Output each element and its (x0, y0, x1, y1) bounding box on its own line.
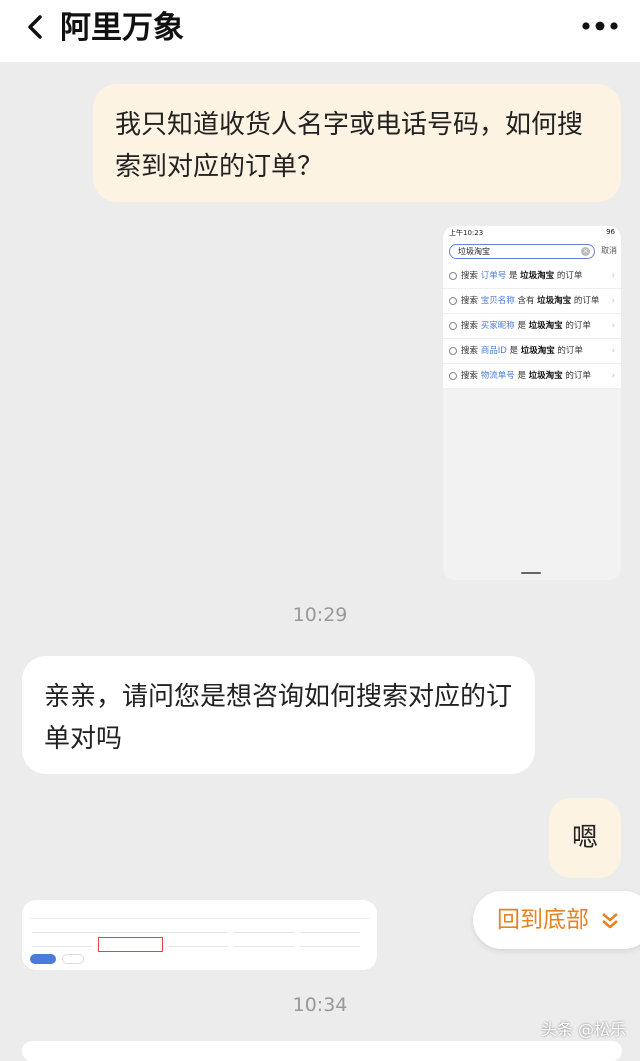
watermark: 头条 @松乐 (540, 1020, 626, 1039)
search-input: 垃圾淘宝 × (449, 244, 595, 259)
form-field (300, 938, 360, 947)
chevron-right-icon: › (611, 321, 615, 331)
search-icon (449, 347, 457, 355)
form-field (168, 938, 228, 947)
status-time: 上午10:23 (449, 229, 484, 237)
bot-message-bubble: 亲亲，请问您是想咨询如何搜索对应的订单对吗 (22, 656, 535, 774)
suggestion-row: 搜索 物流单号 是 垃圾淘宝 的订单 › (443, 364, 621, 389)
message-timestamp: 10:29 (292, 604, 348, 626)
search-icon (449, 372, 457, 380)
search-order-button (30, 954, 56, 964)
image-message-order-form-screenshot[interactable] (22, 900, 377, 970)
suggestion-row: 搜索 买家昵称 是 垃圾淘宝 的订单 › (443, 314, 621, 339)
form-field (234, 924, 294, 933)
user-message-bubble: 嗯 (549, 798, 621, 878)
chevron-right-icon: › (611, 371, 615, 381)
back-to-bottom-label: 回到底部 (497, 907, 589, 933)
divider (30, 918, 370, 919)
user-question-text: 我只知道收货人名字或电话号码，如何搜索到对应的订单？ (115, 110, 584, 182)
suggestion-row: 搜索 订单号 是 垃圾淘宝 的订单 › (443, 264, 621, 289)
app-header: 阿里万象 (0, 0, 640, 62)
search-icon (449, 297, 457, 305)
highlighted-field (98, 937, 163, 952)
battery-level: 96 (606, 228, 615, 236)
user-confirm-text: 嗯 (571, 823, 598, 853)
chevron-right-icon: › (611, 271, 615, 281)
form-field (32, 938, 92, 947)
form-field (32, 924, 102, 933)
cancel-button: 取消 (601, 246, 617, 255)
partial-message-bubble (22, 1041, 622, 1061)
status-bar: 上午10:23 96 (443, 226, 621, 240)
search-icon (449, 322, 457, 330)
form-field (100, 924, 170, 933)
search-query: 垃圾淘宝 (458, 247, 490, 256)
double-chevron-down-icon (602, 912, 619, 928)
clear-icon: × (581, 247, 590, 256)
form-field (300, 924, 360, 933)
bot-reply-text: 亲亲，请问您是想咨询如何搜索对应的订单对吗 (44, 682, 513, 754)
back-to-bottom-button[interactable]: 回到底部 (473, 891, 640, 949)
form-field (168, 924, 228, 933)
form-field (234, 938, 294, 947)
image-message-search-screenshot[interactable]: 上午10:23 96 垃圾淘宝 × 取消 搜索 订单号 是 垃圾淘宝 的订单 ›… (443, 226, 621, 580)
search-icon (449, 272, 457, 280)
chevron-left-icon[interactable] (22, 12, 50, 42)
suggestion-row: 搜索 商品ID 是 垃圾淘宝 的订单 › (443, 339, 621, 364)
search-bar: 垃圾淘宝 × 取消 (443, 240, 621, 264)
home-indicator (521, 572, 541, 574)
message-timestamp: 10:34 (292, 994, 348, 1016)
suggestion-row: 搜索 宝贝名称 含有 垃圾淘宝 的订单 › (443, 289, 621, 314)
chevron-right-icon: › (611, 296, 615, 306)
chevron-right-icon: › (611, 346, 615, 356)
suggestion-list: 搜索 订单号 是 垃圾淘宝 的订单 › 搜索 宝贝名称 含有 垃圾淘宝 的订单 … (443, 264, 621, 389)
page-title: 阿里万象 (60, 10, 184, 46)
more-dots-icon[interactable] (580, 16, 620, 36)
secondary-button (62, 954, 84, 964)
user-message-bubble: 我只知道收货人名字或电话号码，如何搜索到对应的订单？ (93, 84, 621, 202)
